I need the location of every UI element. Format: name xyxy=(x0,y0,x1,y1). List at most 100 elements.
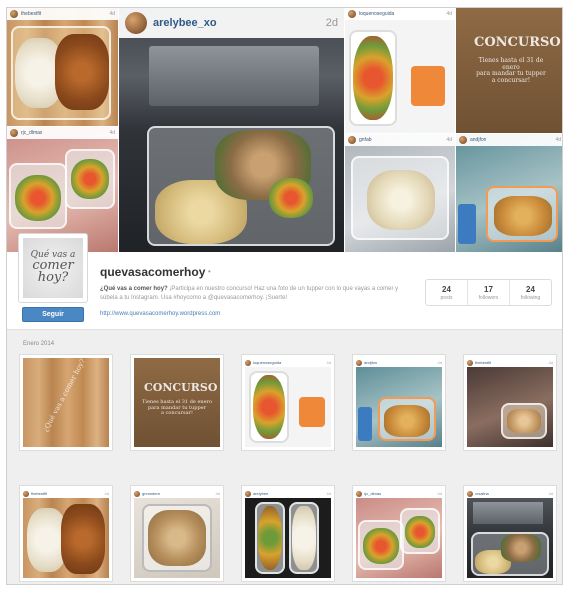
post-time: 4d xyxy=(326,491,331,496)
post-photo: CONCURSO Tienes hasta el 31 de enero para… xyxy=(134,358,220,447)
post-photo xyxy=(467,367,553,447)
featured-time: 2d xyxy=(325,17,338,29)
post-header: rjc_dlmas 4d xyxy=(356,489,442,498)
avatar xyxy=(125,12,147,34)
avatar xyxy=(356,490,362,497)
featured-post[interactable]: arelybee_xo 2d xyxy=(119,8,344,252)
post-username[interactable]: rjc_dlmas xyxy=(364,491,381,496)
post-username[interactable]: andjfon xyxy=(470,137,486,143)
profile-bio: ¿Qué vas a comer hoy? ¡Participa en nues… xyxy=(100,285,405,302)
contest-sign-text: Tienes hasta el 31 de enero para mandar t… xyxy=(476,57,546,84)
avatar xyxy=(23,490,29,497)
post-header: andjfon 4d xyxy=(356,358,442,367)
post-photo xyxy=(356,498,442,578)
post-header: thebestfit 4d xyxy=(7,8,118,20)
post-header: arelybee 4d xyxy=(245,489,331,498)
avatar xyxy=(10,10,18,18)
stat-posts[interactable]: 24 posts xyxy=(426,280,468,305)
grid-post[interactable]: andjfon 4d xyxy=(352,354,446,451)
avatar xyxy=(356,359,362,366)
posts-grid: Enero 2014 ¿Qué vas a comer hoy? CONCURS… xyxy=(7,329,562,584)
profile-header: Qué vas a comer hoy? Seguir quevasacomer… xyxy=(7,233,562,329)
profile-website-link[interactable]: http://www.quevasacomerhoy.wordpress.com xyxy=(100,311,220,317)
avatar xyxy=(459,136,467,144)
post-header: gnfab 4d xyxy=(345,134,455,146)
post-time: 4d xyxy=(446,11,452,17)
post-time: 4d xyxy=(326,360,331,365)
post-photo xyxy=(345,8,455,133)
post-username[interactable]: crsalina xyxy=(475,491,489,496)
grid-post[interactable]: gnmodern 4d xyxy=(130,485,224,582)
profile-logo: Qué vas a comer hoy? xyxy=(23,238,83,298)
post-username[interactable]: loquenoseguida xyxy=(253,360,281,365)
stat-value: 24 xyxy=(442,284,451,294)
post-username[interactable]: arelybee xyxy=(253,491,268,496)
stat-label: followers xyxy=(478,294,499,301)
wood-sign: ¿Qué vas a comer hoy? xyxy=(41,358,87,434)
post-username[interactable]: thebestfit xyxy=(31,491,47,496)
post-header: crsalina 4d xyxy=(467,489,553,498)
post-header: loquenoseguida 4d xyxy=(345,8,455,20)
post-time: 4d xyxy=(215,491,220,496)
profile-picture[interactable]: Qué vas a comer hoy? xyxy=(18,233,88,303)
post-username[interactable]: gnmodern xyxy=(142,491,160,496)
stat-following[interactable]: 24 following xyxy=(510,280,551,305)
contest-sign-text: Tienes hasta el 31 de enero para mandar t… xyxy=(142,399,212,416)
avatar xyxy=(348,136,356,144)
stat-label: following xyxy=(520,294,541,301)
avatar xyxy=(245,359,251,366)
collage-post-5[interactable]: gnfab 4d xyxy=(345,134,455,252)
stat-followers[interactable]: 17 followers xyxy=(468,280,510,305)
post-header: thebestfit 4d xyxy=(23,489,109,498)
avatar xyxy=(245,490,251,497)
post-time: 4d xyxy=(548,360,553,365)
post-username[interactable]: rjc_dlmas xyxy=(21,130,42,136)
post-photo xyxy=(467,498,553,578)
avatar xyxy=(467,359,473,366)
bio-headline: ¿Qué vas a comer hoy? xyxy=(100,286,168,292)
collage-post-6[interactable]: andjfon 4d xyxy=(456,134,562,252)
avatar xyxy=(467,490,473,497)
grid-post[interactable]: CONCURSO Tienes hasta el 31 de enero para… xyxy=(130,354,224,451)
instagram-profile-page: thebestfit 4d arelybee_xo 2d loquenoseguid… xyxy=(6,7,563,585)
grid-post[interactable]: thebestfit 4d xyxy=(463,354,557,451)
grid-post[interactable]: loquenoseguida 4d xyxy=(241,354,335,451)
grid-post[interactable]: thebestfit 4d xyxy=(19,485,113,582)
grid-post[interactable]: ¿Qué vas a comer hoy? xyxy=(19,354,113,451)
verified-dot: • xyxy=(208,267,211,276)
post-photo xyxy=(356,367,442,447)
post-username[interactable]: andjfon xyxy=(364,360,377,365)
post-photo: CONCURSO Tienes hasta el 31 de enero para… xyxy=(456,8,562,133)
stat-value: 24 xyxy=(526,284,535,294)
post-header: gnmodern 4d xyxy=(134,489,220,498)
contest-sign: CONCURSO xyxy=(144,381,218,394)
follow-button[interactable]: Seguir xyxy=(22,307,84,322)
grid-post[interactable]: arelybee 4d xyxy=(241,485,335,582)
post-username[interactable]: thebestfit xyxy=(21,11,41,17)
featured-post-header: arelybee_xo 2d xyxy=(119,8,344,38)
post-username[interactable]: gnfab xyxy=(359,137,372,143)
post-header: loquenoseguida 4d xyxy=(245,358,331,367)
logo-line-3: hoy? xyxy=(37,270,69,286)
post-header: andjfon 4d xyxy=(456,134,562,146)
grid-post[interactable]: crsalina 4d xyxy=(463,485,557,582)
post-time: 4d xyxy=(548,491,553,496)
post-time: 4d xyxy=(109,130,115,136)
post-header: thebestfit 4d xyxy=(467,358,553,367)
collage-post-4[interactable]: CONCURSO Tienes hasta el 31 de enero para… xyxy=(456,8,562,133)
post-photo xyxy=(134,498,220,578)
collage-post-1[interactable]: thebestfit 4d xyxy=(7,8,118,126)
grid-post[interactable]: rjc_dlmas 4d xyxy=(352,485,446,582)
profile-stats: 24 posts 17 followers 24 following xyxy=(425,279,552,306)
contest-sign: CONCURSO xyxy=(474,35,561,50)
post-username[interactable]: thebestfit xyxy=(475,360,491,365)
avatar xyxy=(10,129,18,137)
collage-post-3[interactable]: loquenoseguida 4d xyxy=(345,8,455,133)
avatar xyxy=(134,490,140,497)
featured-username[interactable]: arelybee_xo xyxy=(153,17,217,29)
post-photo xyxy=(456,134,562,252)
post-time: 4d xyxy=(109,11,115,17)
post-photo xyxy=(245,367,331,447)
post-photo xyxy=(7,8,118,126)
post-username[interactable]: loquenoseguida xyxy=(359,11,394,17)
